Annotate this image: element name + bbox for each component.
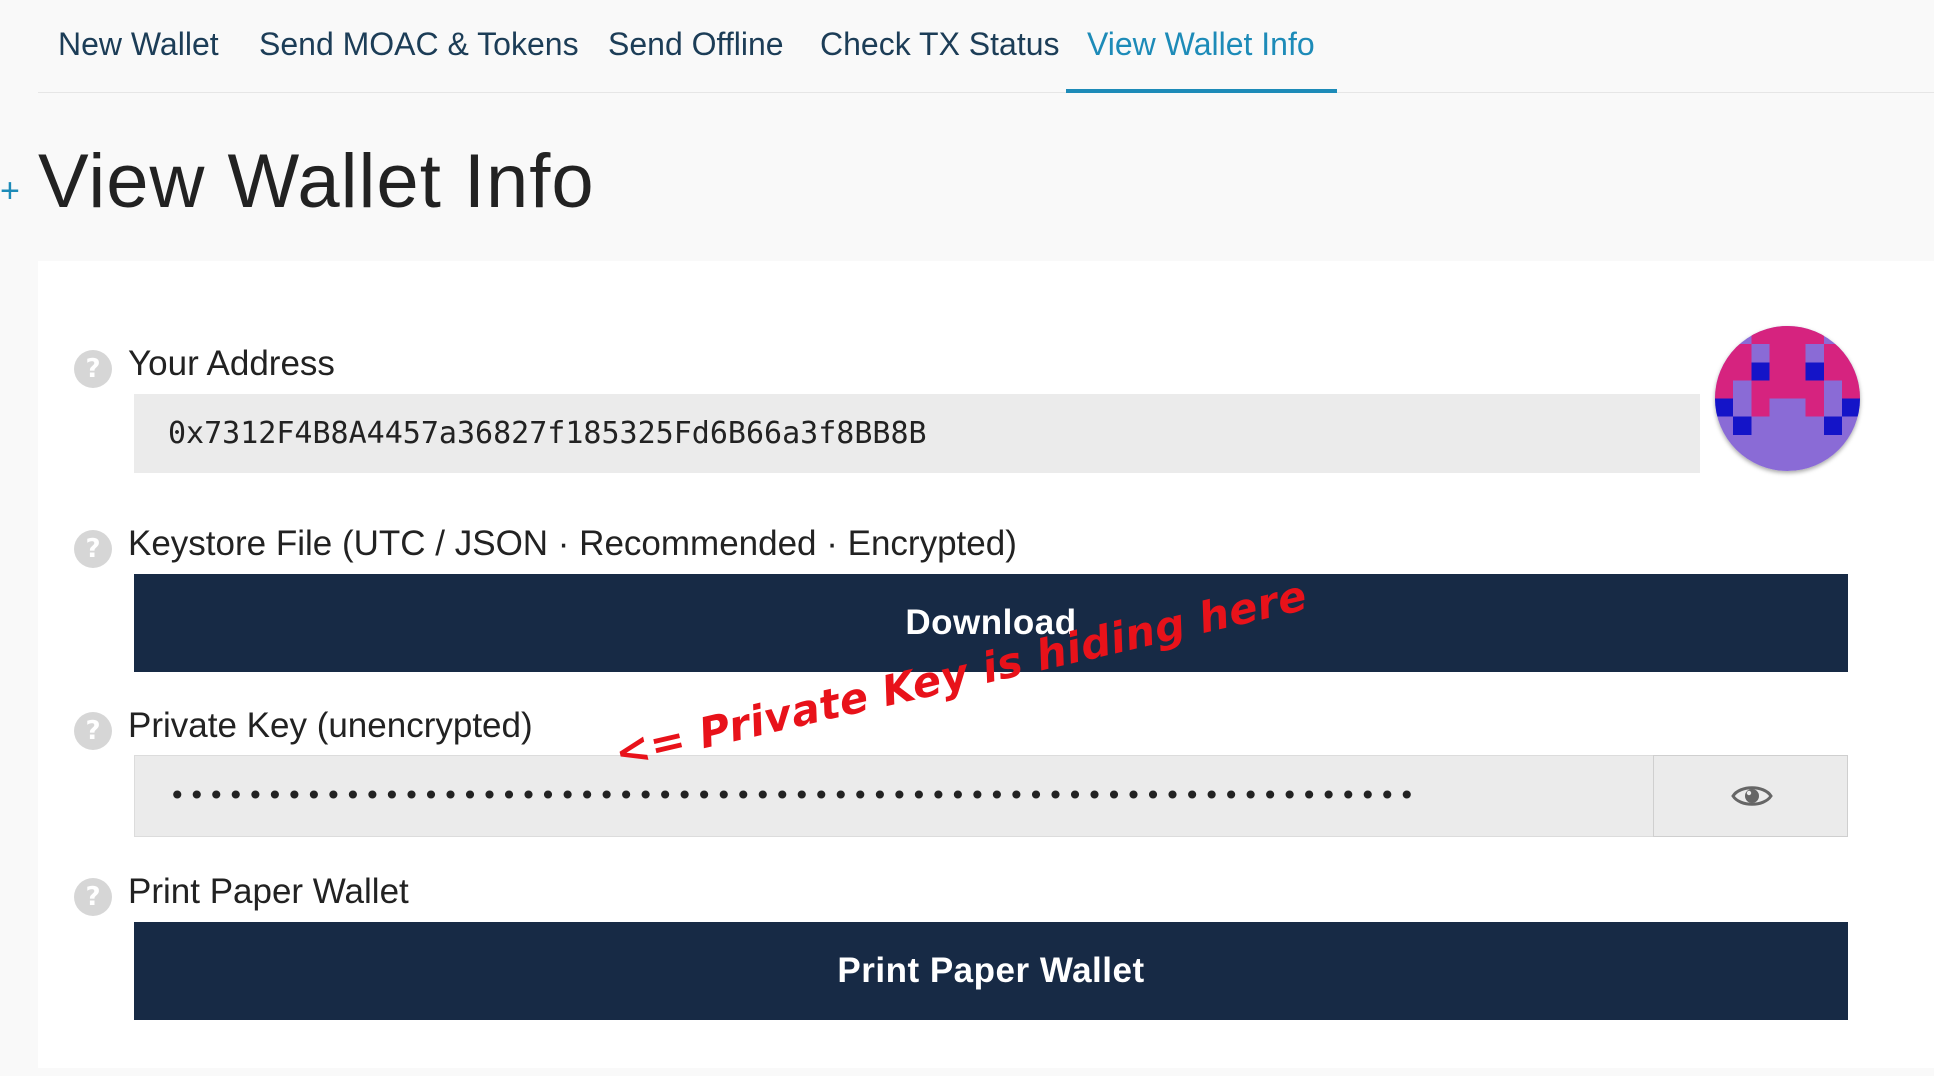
- show-private-key-button[interactable]: [1653, 755, 1848, 837]
- identicon-image: [1715, 326, 1860, 471]
- tab-send-offline[interactable]: Send Offline: [608, 26, 784, 63]
- print-paper-wallet-label: Print Paper Wallet: [128, 872, 409, 911]
- private-key-label: Private Key (unencrypted): [128, 706, 533, 745]
- plus-icon[interactable]: +: [0, 174, 20, 208]
- address-field[interactable]: 0x7312F4B8A4457a36827f185325Fd6B66a3f8BB…: [134, 394, 1700, 473]
- help-icon[interactable]: ?: [74, 712, 112, 750]
- active-tab-indicator: [1066, 89, 1337, 93]
- tab-view-wallet-info[interactable]: View Wallet Info: [1087, 26, 1315, 63]
- main-nav: New Wallet Send MOAC & Tokens Send Offli…: [38, 0, 1934, 93]
- help-icon[interactable]: ?: [74, 878, 112, 916]
- address-identicon: [1715, 326, 1860, 471]
- eye-icon: [1731, 786, 1773, 806]
- help-icon[interactable]: ?: [74, 350, 112, 388]
- tab-new-wallet[interactable]: New Wallet: [58, 26, 219, 63]
- private-key-field[interactable]: ••••••••••••••••••••••••••••••••••••••••…: [134, 755, 1654, 837]
- help-icon[interactable]: ?: [74, 530, 112, 568]
- tab-check-tx-status[interactable]: Check TX Status: [820, 26, 1060, 63]
- your-address-label: Your Address: [128, 344, 335, 383]
- keystore-file-label: Keystore File (UTC / JSON · Recommended …: [128, 524, 1017, 563]
- tab-send-moac-tokens[interactable]: Send MOAC & Tokens: [259, 26, 579, 63]
- page-title: View Wallet Info: [38, 139, 595, 224]
- print-paper-wallet-button[interactable]: Print Paper Wallet: [134, 922, 1848, 1020]
